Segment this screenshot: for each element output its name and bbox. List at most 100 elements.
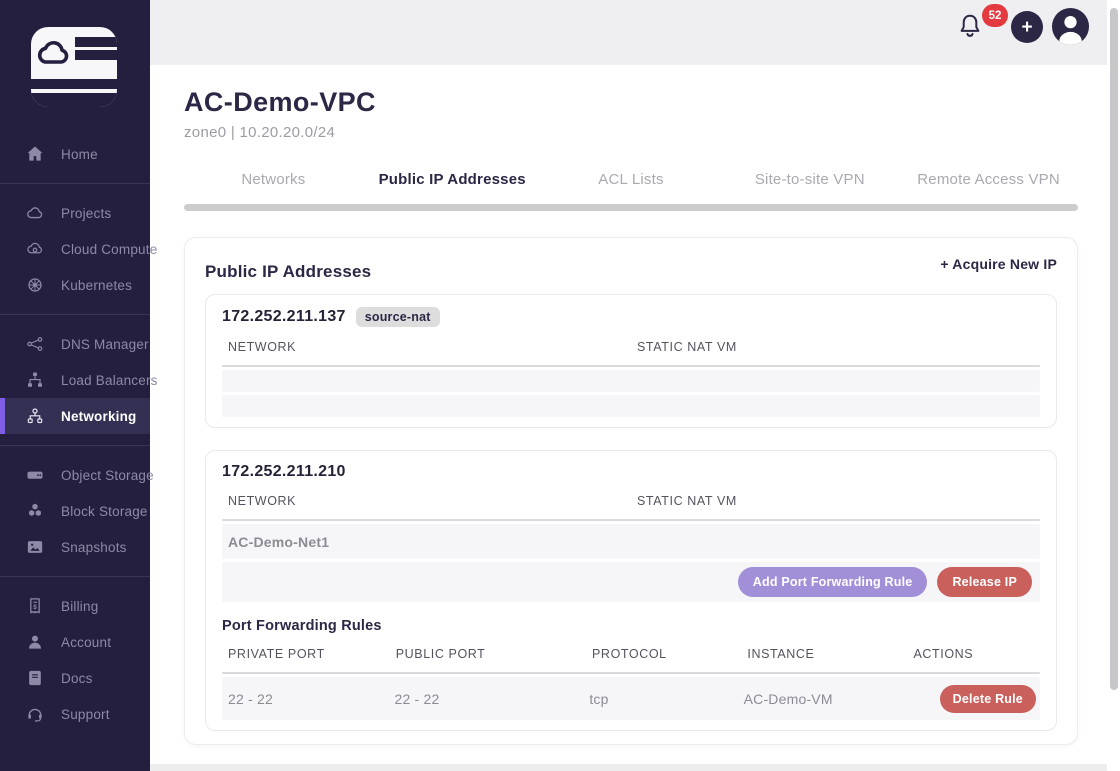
sidebar-item-label: DNS Manager bbox=[61, 337, 149, 352]
page-title: AC-Demo-VPC bbox=[184, 87, 1078, 118]
user-avatar[interactable] bbox=[1051, 7, 1090, 46]
column-header-static-nat-vm: STATIC NAT VM bbox=[631, 481, 1040, 519]
sidebar-item-label: Projects bbox=[61, 206, 111, 221]
sidebar-item-block-storage[interactable]: Block Storage bbox=[0, 493, 150, 529]
card-actions-row: Add Port Forwarding Rule Release IP bbox=[222, 562, 1040, 602]
sidebar-item-cloud-compute[interactable]: Cloud Compute bbox=[0, 231, 150, 267]
billing-icon: $ bbox=[25, 596, 45, 616]
sidebar-item-home[interactable]: Home bbox=[0, 136, 150, 172]
notification-count-badge: 52 bbox=[982, 4, 1008, 27]
panel-title: Public IP Addresses bbox=[205, 256, 371, 282]
vertical-scrollbar-thumb[interactable] bbox=[1110, 8, 1118, 690]
column-header-network: NETWORK bbox=[222, 327, 631, 365]
sidebar-item-label: Billing bbox=[61, 599, 98, 614]
port-forwarding-rule-row: 22 - 22 22 - 22 tcp AC-Demo-VM Delete Ru… bbox=[222, 677, 1040, 720]
delete-rule-button[interactable]: Delete Rule bbox=[940, 685, 1036, 713]
sidebar-nav: Home Projects Cloud Compute Kubernetes bbox=[0, 136, 150, 732]
network-cell: AC-Demo-Net1 bbox=[228, 534, 634, 550]
release-ip-button[interactable]: Release IP bbox=[937, 567, 1032, 597]
sidebar-divider bbox=[0, 314, 150, 315]
instance-cell: AC-Demo-VM bbox=[744, 691, 909, 707]
sidebar-item-label: Account bbox=[61, 635, 111, 650]
ip-address: 172.252.211.137 bbox=[222, 308, 346, 326]
ip-card-172-252-211-137: 172.252.211.137 source-nat NETWORK STATI… bbox=[205, 294, 1057, 428]
app-logo[interactable] bbox=[31, 27, 150, 112]
column-header-network: NETWORK bbox=[222, 481, 631, 519]
sidebar: Home Projects Cloud Compute Kubernetes bbox=[0, 0, 150, 771]
networking-icon bbox=[25, 406, 45, 426]
support-icon bbox=[25, 704, 45, 724]
home-icon bbox=[25, 144, 45, 164]
cloud-compute-icon bbox=[25, 239, 45, 259]
snapshots-icon bbox=[25, 537, 45, 557]
tab-site-to-site-vpn[interactable]: Site-to-site VPN bbox=[720, 167, 899, 192]
tab-acl-lists[interactable]: ACL Lists bbox=[542, 167, 721, 192]
sidebar-item-load-balancers[interactable]: Load Balancers bbox=[0, 362, 150, 398]
sidebar-item-kubernetes[interactable]: Kubernetes bbox=[0, 267, 150, 303]
main-area: AC-Demo-VPC zone0 | 10.20.20.0/24 Networ… bbox=[150, 65, 1120, 771]
tab-remote-access-vpn[interactable]: Remote Access VPN bbox=[899, 167, 1078, 192]
dns-manager-icon bbox=[25, 334, 45, 354]
account-icon bbox=[25, 632, 45, 652]
sidebar-item-label: Cloud Compute bbox=[61, 242, 157, 257]
table-divider bbox=[222, 519, 1040, 521]
sidebar-item-object-storage[interactable]: Object Storage bbox=[0, 457, 150, 493]
object-storage-icon bbox=[25, 465, 45, 485]
app-window: Home Projects Cloud Compute Kubernetes bbox=[0, 0, 1120, 771]
tabs-scroll-bar bbox=[184, 204, 1078, 211]
sidebar-item-label: Docs bbox=[61, 671, 93, 686]
public-ip-addresses-panel: Public IP Addresses + Acquire New IP 172… bbox=[184, 237, 1078, 745]
table-row bbox=[222, 370, 1040, 392]
sidebar-divider bbox=[0, 445, 150, 446]
protocol-cell: tcp bbox=[589, 691, 743, 707]
port-forwarding-rules-title: Port Forwarding Rules bbox=[222, 618, 1040, 634]
table-divider bbox=[222, 672, 1040, 674]
column-header-private-port: PRIVATE PORT bbox=[222, 634, 390, 672]
sidebar-item-label: Load Balancers bbox=[61, 373, 158, 388]
column-header-public-port: PUBLIC PORT bbox=[390, 634, 586, 672]
notifications-bell-icon[interactable] bbox=[956, 11, 984, 41]
sidebar-item-label: Home bbox=[61, 147, 98, 162]
column-header-protocol: PROTOCOL bbox=[586, 634, 741, 672]
table-row bbox=[222, 395, 1040, 417]
sidebar-item-snapshots[interactable]: Snapshots bbox=[0, 529, 150, 565]
load-balancers-icon bbox=[25, 370, 45, 390]
page-subtitle: zone0 | 10.20.20.0/24 bbox=[184, 124, 1078, 141]
sidebar-item-account[interactable]: Account bbox=[0, 624, 150, 660]
acquire-new-ip-link[interactable]: + Acquire New IP bbox=[940, 256, 1057, 272]
vertical-scrollbar-track bbox=[1107, 0, 1120, 771]
sidebar-divider bbox=[0, 576, 150, 577]
source-nat-badge: source-nat bbox=[356, 307, 440, 327]
create-new-button[interactable]: + bbox=[1011, 11, 1043, 43]
horizontal-scrollbar-track bbox=[150, 764, 1120, 771]
ip-card-172-252-211-210: 172.252.211.210 NETWORK STATIC NAT VM AC… bbox=[205, 450, 1057, 731]
sidebar-item-label: Networking bbox=[61, 409, 137, 424]
block-storage-icon bbox=[25, 501, 45, 521]
column-header-instance: INSTANCE bbox=[741, 634, 907, 672]
tab-networks[interactable]: Networks bbox=[184, 167, 363, 192]
sidebar-divider bbox=[0, 183, 150, 184]
sidebar-item-dns-manager[interactable]: DNS Manager bbox=[0, 326, 150, 362]
plus-icon: + bbox=[1021, 18, 1032, 37]
sidebar-item-label: Object Storage bbox=[61, 468, 154, 483]
sidebar-item-projects[interactable]: Projects bbox=[0, 195, 150, 231]
docs-icon bbox=[25, 668, 45, 688]
column-header-actions: ACTIONS bbox=[907, 634, 1040, 672]
sidebar-item-label: Block Storage bbox=[61, 504, 148, 519]
projects-icon bbox=[25, 203, 45, 223]
sidebar-item-label: Kubernetes bbox=[61, 278, 132, 293]
tab-bar: Networks Public IP Addresses ACL Lists S… bbox=[184, 167, 1078, 192]
svg-text:$: $ bbox=[33, 604, 37, 611]
sidebar-item-docs[interactable]: Docs bbox=[0, 660, 150, 696]
top-bar: 52 + bbox=[150, 0, 1120, 65]
sidebar-item-networking[interactable]: Networking bbox=[0, 398, 150, 434]
sidebar-item-label: Snapshots bbox=[61, 540, 127, 555]
public-port-cell: 22 - 22 bbox=[394, 691, 589, 707]
sidebar-item-support[interactable]: Support bbox=[0, 696, 150, 732]
sidebar-item-billing[interactable]: $ Billing bbox=[0, 588, 150, 624]
cloud-server-logo-icon bbox=[31, 27, 117, 107]
ip-address: 172.252.211.210 bbox=[222, 463, 346, 481]
column-header-static-nat-vm: STATIC NAT VM bbox=[631, 327, 1040, 365]
tab-public-ip-addresses[interactable]: Public IP Addresses bbox=[363, 167, 542, 192]
add-port-forwarding-rule-button[interactable]: Add Port Forwarding Rule bbox=[738, 567, 928, 597]
